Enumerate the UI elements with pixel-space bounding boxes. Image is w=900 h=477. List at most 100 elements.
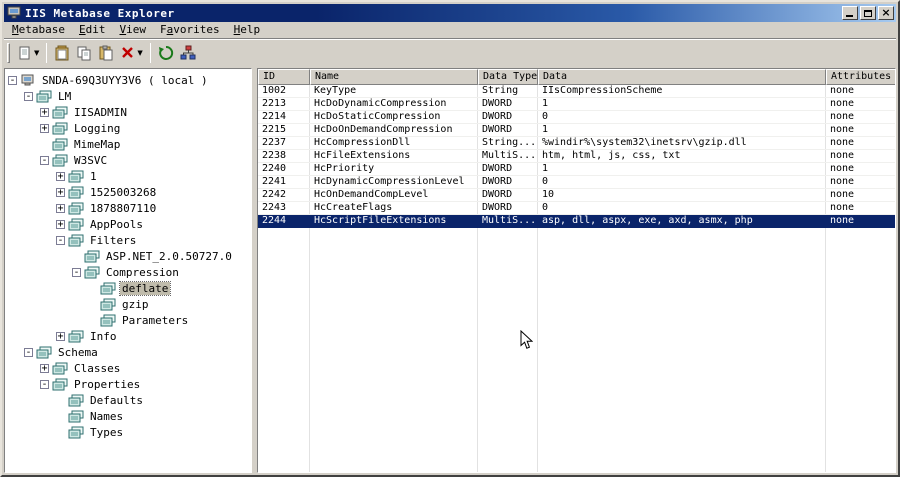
tree-item[interactable]: - Properties [5,376,251,392]
list-header: ID Name Data Type Data Attributes [258,69,895,85]
tree-item-label[interactable]: 1525003268 [88,186,158,199]
tree-expander[interactable]: + [40,123,49,133]
menu-edit[interactable]: Edit [72,22,113,38]
tree-view[interactable]: - SNDA-69Q3UYY3V6 ( local ) - LM + IISAD… [4,68,252,473]
tree-item-label[interactable]: Classes [72,362,122,375]
tree-item-label[interactable]: AppPools [88,218,145,231]
tree-item-label[interactable]: 1 [88,170,99,183]
tree-item[interactable]: gzip [5,296,251,312]
tree-expander[interactable]: + [56,203,65,213]
tree-expander[interactable]: - [72,267,81,277]
tree-expander[interactable]: + [56,187,65,197]
tree-item-label[interactable]: MimeMap [72,138,122,151]
tree-item-label[interactable]: Parameters [120,314,190,327]
tree-item-label[interactable]: Info [88,330,119,343]
tree-item[interactable]: Defaults [5,392,251,408]
minimize-button[interactable] [842,6,858,20]
refresh-button[interactable] [155,42,177,64]
tree-item-label[interactable]: deflate [118,280,172,296]
tree-expander[interactable]: - [24,347,33,357]
column-header-type[interactable]: Data Type [478,69,538,85]
tree-item[interactable]: deflate [5,280,251,296]
paste-button[interactable] [95,42,117,64]
tree-item[interactable]: Names [5,408,251,424]
tree-item-label[interactable]: Schema [56,346,100,359]
tree-item-label[interactable]: 1878807110 [88,202,158,215]
tree-item[interactable]: - W3SVC [5,152,251,168]
tree-item[interactable]: + Logging [5,120,251,136]
maximize-button[interactable] [860,6,876,20]
tree-item[interactable]: + IISADMIN [5,104,251,120]
tree-item-label[interactable]: IISADMIN [72,106,129,119]
tree-item-label[interactable]: Filters [88,234,138,247]
delete-dropdown-icon[interactable]: ▼ [137,49,142,57]
new-key-dropdown-icon[interactable]: ▼ [34,49,39,57]
tree-expander[interactable]: - [24,91,33,101]
tree-item[interactable]: - Compression [5,264,251,280]
tree-item[interactable]: + AppPools [5,216,251,232]
tree-expander[interactable]: - [40,379,49,389]
tree-item[interactable]: + 1878807110 [5,200,251,216]
table-row[interactable]: 2241 HcDynamicCompressionLevel DWORD 0 none [258,176,895,189]
tree-item-label[interactable]: gzip [120,298,151,311]
tree-item[interactable]: - Filters [5,232,251,248]
table-row[interactable]: 2242 HcOnDemandCompLevel DWORD 10 none [258,189,895,202]
connect-button[interactable] [177,42,199,64]
tree-expander[interactable]: + [40,107,49,117]
table-row[interactable]: 2214 HcDoStaticCompression DWORD 0 none [258,111,895,124]
tree-item-label[interactable]: Logging [72,122,122,135]
tree-item[interactable]: - Schema [5,344,251,360]
table-row[interactable]: 2213 HcDoDynamicCompression DWORD 1 none [258,98,895,111]
menu-metabase[interactable]: Metabase [5,22,72,38]
column-header-id[interactable]: ID [258,69,310,85]
list-body[interactable]: 1002 KeyType String IIsCompressionScheme non… [258,85,895,472]
copy-button[interactable] [73,42,95,64]
tree-item[interactable]: + Classes [5,360,251,376]
tree-item-label[interactable]: SNDA-69Q3UYY3V6 ( local ) [40,74,210,87]
tree-expander[interactable]: + [56,331,65,341]
tree-item-label[interactable]: LM [56,90,73,103]
table-row[interactable]: 2243 HcCreateFlags DWORD 0 none [258,202,895,215]
tree-item-label[interactable]: Types [88,426,125,439]
tree-expander[interactable]: + [40,363,49,373]
table-row[interactable]: 2244 HcScriptFileExtensions MultiS... asp, … [258,215,895,228]
tree-item[interactable]: MimeMap [5,136,251,152]
table-row[interactable]: 1002 KeyType String IIsCompressionScheme non… [258,85,895,98]
menu-view[interactable]: View [112,22,153,38]
tree-expander[interactable]: + [56,171,65,181]
tree-item[interactable]: Types [5,424,251,440]
tree-item-label[interactable]: ASP.NET_2.0.50727.0 [104,250,234,263]
table-row[interactable]: 2240 HcPriority DWORD 1 none [258,163,895,176]
column-header-name[interactable]: Name [310,69,478,85]
toolbar-grip[interactable] [7,43,10,63]
column-header-data[interactable]: Data [538,69,826,85]
tree-item[interactable]: ASP.NET_2.0.50727.0 [5,248,251,264]
tree-item-label[interactable]: Compression [104,266,181,279]
menu-favorites[interactable]: Favorites [153,22,227,38]
tree-item-label[interactable]: W3SVC [72,154,109,167]
table-row[interactable]: 2238 HcFileExtensions MultiS... htm, html, … [258,150,895,163]
tree-item-label[interactable]: Defaults [88,394,145,407]
tree-item[interactable]: + 1 [5,168,251,184]
tree-item-label[interactable]: Names [88,410,125,423]
close-button[interactable]: × [878,6,894,20]
tree-item[interactable]: + 1525003268 [5,184,251,200]
tree-item[interactable]: + Info [5,328,251,344]
title-bar[interactable]: IIS Metabase Explorer × [4,4,896,22]
tree-item[interactable]: - SNDA-69Q3UYY3V6 ( local ) [5,72,251,88]
tree-item[interactable]: - LM [5,88,251,104]
menu-help[interactable]: Help [227,22,268,38]
tree-expander[interactable]: + [56,219,65,229]
cell-id: 2242 [262,189,287,200]
tree-expander[interactable]: - [8,75,17,85]
tree-item[interactable]: Parameters [5,312,251,328]
column-header-attrs[interactable]: Attributes [826,69,895,85]
new-key-button[interactable]: ▼ [14,42,42,64]
tree-item-label[interactable]: Properties [72,378,142,391]
table-row[interactable]: 2215 HcDoOnDemandCompression DWORD 1 none [258,124,895,137]
table-row[interactable]: 2237 HcCompressionDll String... %windir%\sy… [258,137,895,150]
cut-button[interactable] [51,42,73,64]
tree-expander[interactable]: - [56,235,65,245]
delete-button[interactable]: ▼ [117,42,145,64]
tree-expander[interactable]: - [40,155,49,165]
